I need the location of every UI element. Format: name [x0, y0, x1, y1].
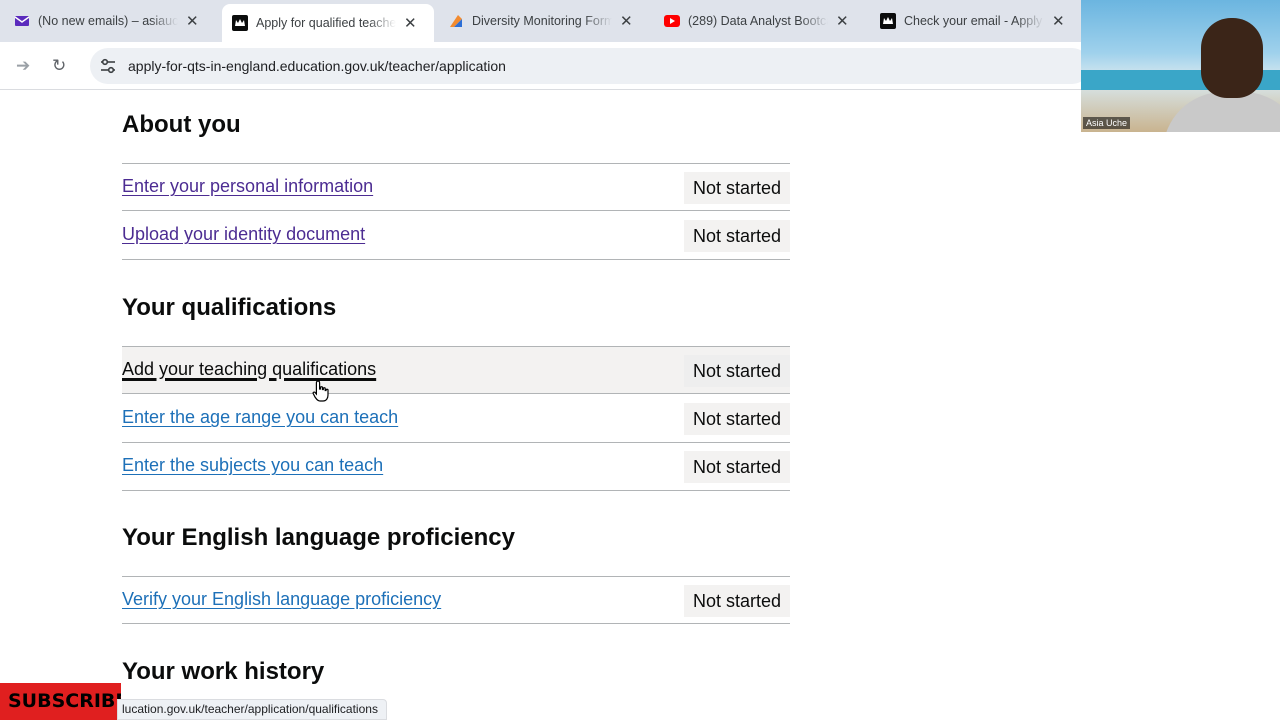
- task-row: Enter your personal information Not star…: [122, 163, 790, 211]
- reload-icon[interactable]: ↻: [52, 56, 66, 76]
- section-title-qualifications: Your qualifications: [122, 294, 337, 321]
- forward-icon[interactable]: ➔: [16, 56, 30, 76]
- task-row: Enter the age range you can teach Not st…: [122, 395, 790, 443]
- close-icon[interactable]: ✕: [620, 12, 633, 30]
- url-text: apply-for-qts-in-england.education.gov.u…: [128, 58, 506, 74]
- tab-title: (289) Data Analyst Bootcamp: [688, 14, 828, 28]
- youtube-icon: [664, 15, 680, 27]
- section-title-english-proficiency: Your English language proficiency: [122, 524, 515, 551]
- task-link-subjects[interactable]: Enter the subjects you can teach: [122, 455, 383, 476]
- task-link-age-range[interactable]: Enter the age range you can teach: [122, 407, 398, 428]
- tab-title: Diversity Monitoring Form: [472, 14, 612, 28]
- link-status-bar: lucation.gov.uk/teacher/application/qual…: [117, 699, 387, 720]
- close-icon[interactable]: ✕: [836, 12, 849, 30]
- task-link-identity-document[interactable]: Upload your identity document: [122, 224, 365, 245]
- tab-gmail[interactable]: (No new emails) – asiauche ✕: [4, 6, 216, 36]
- tab-title: Apply for qualified teacher status: [256, 16, 396, 30]
- task-row: Enter the subjects you can teach Not sta…: [122, 443, 790, 491]
- close-icon[interactable]: ✕: [404, 14, 417, 32]
- task-list-page: About you Enter your personal informatio…: [0, 91, 1280, 720]
- address-bar[interactable]: apply-for-qts-in-england.education.gov.u…: [90, 48, 1090, 84]
- status-tag: Not started: [683, 355, 790, 387]
- section-title-about-you: About you: [122, 111, 241, 138]
- webcam-person-head: [1201, 18, 1263, 98]
- tab-title: (No new emails) – asiauche: [38, 14, 178, 28]
- tab-apply-qts[interactable]: Apply for qualified teacher status ✕: [222, 4, 434, 42]
- tab-title: Check your email - Apply: [904, 14, 1043, 28]
- task-link-personal-information[interactable]: Enter your personal information: [122, 176, 373, 197]
- webcam-name-label: Asia Uche: [1083, 117, 1131, 129]
- form-icon: [450, 15, 462, 27]
- mail-icon: [14, 16, 30, 26]
- crown-icon: [232, 15, 248, 31]
- task-link-english-proficiency[interactable]: Verify your English language proficiency: [122, 589, 441, 610]
- webcam-person-body: [1163, 92, 1280, 132]
- task-link-teaching-qualifications[interactable]: Add your teaching qualifications: [122, 359, 376, 380]
- status-tag: Not started: [683, 403, 790, 435]
- tab-check-email[interactable]: Check your email - Apply ✕: [870, 6, 1080, 36]
- site-settings-icon[interactable]: [100, 57, 116, 75]
- tab-youtube[interactable]: (289) Data Analyst Bootcamp ✕: [654, 6, 866, 36]
- tab-diversity-form[interactable]: Diversity Monitoring Form ✕: [438, 6, 650, 36]
- status-tag: Not started: [683, 451, 790, 483]
- status-tag: Not started: [683, 220, 790, 252]
- crown-icon: [880, 13, 896, 29]
- status-tag: Not started: [683, 172, 790, 204]
- task-row: Add your teaching qualifications Not sta…: [122, 346, 790, 394]
- webcam-overlay: Asia Uche: [1081, 0, 1280, 132]
- status-tag: Not started: [683, 585, 790, 617]
- close-icon[interactable]: ✕: [186, 12, 199, 30]
- close-icon[interactable]: ✕: [1052, 12, 1065, 30]
- section-title-work-history: Your work history: [122, 658, 325, 685]
- hand-cursor-icon: [312, 380, 329, 402]
- subscribe-banner[interactable]: SUBSCRIBE: [0, 683, 121, 720]
- task-row: Verify your English language proficiency…: [122, 576, 790, 624]
- task-row: Upload your identity document Not starte…: [122, 212, 790, 260]
